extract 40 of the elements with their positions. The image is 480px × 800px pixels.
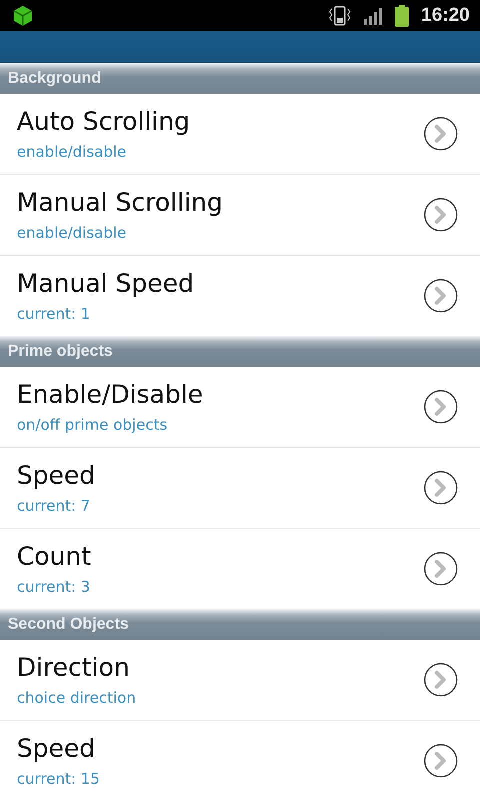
battery-icon — [395, 4, 410, 26]
preference-title: Speed — [17, 460, 96, 492]
preference-item[interactable]: Manual Scrolling enable/disable — [0, 175, 480, 256]
preference-summary: choice direction — [17, 688, 136, 708]
section-header: Second Objects — [0, 609, 480, 640]
preference-title: Auto Scrolling — [17, 106, 190, 138]
preference-summary: enable/disable — [17, 142, 128, 162]
preference-summary: current: 7 — [17, 496, 92, 516]
chevron-icon — [424, 279, 458, 313]
signal-icon — [363, 6, 384, 24]
preference-summary: current: 15 — [17, 769, 100, 789]
preference-title: Manual Speed — [17, 268, 194, 300]
section-header: Prime objects — [0, 336, 480, 367]
preference-title: Manual Scrolling — [17, 187, 223, 219]
clock-time: 16:20 — [421, 4, 470, 26]
preference-title: Count — [17, 541, 92, 573]
chevron-icon — [424, 744, 458, 778]
preference-title: Enable/Disable — [17, 379, 204, 411]
preference-summary: enable/disable — [17, 223, 128, 243]
section-header: Background — [0, 63, 480, 94]
cube-icon — [12, 4, 34, 26]
chevron-icon — [424, 471, 458, 505]
preference-summary: on/off prime objects — [17, 415, 169, 435]
preference-item[interactable]: Manual Speed current: 1 — [0, 256, 480, 336]
chevron-icon — [424, 663, 458, 697]
chevron-icon — [424, 117, 458, 151]
preference-title: Speed — [17, 733, 96, 765]
preference-title: Direction — [17, 652, 131, 684]
preference-summary: current: 3 — [17, 577, 92, 597]
chevron-icon — [424, 390, 458, 424]
preference-item[interactable]: Direction choice direction — [0, 640, 480, 721]
preference-item[interactable]: Enable/Disable on/off prime objects — [0, 367, 480, 448]
chevron-icon — [424, 552, 458, 586]
preference-item[interactable]: Speed current: 15 — [0, 721, 480, 800]
preference-item[interactable]: Speed current: 7 — [0, 448, 480, 529]
preference-item[interactable]: Count current: 3 — [0, 529, 480, 609]
preference-summary: current: 1 — [17, 304, 92, 324]
vibrate-icon — [329, 6, 352, 26]
preference-item[interactable]: Auto Scrolling enable/disable — [0, 94, 480, 175]
chevron-icon — [424, 198, 458, 232]
